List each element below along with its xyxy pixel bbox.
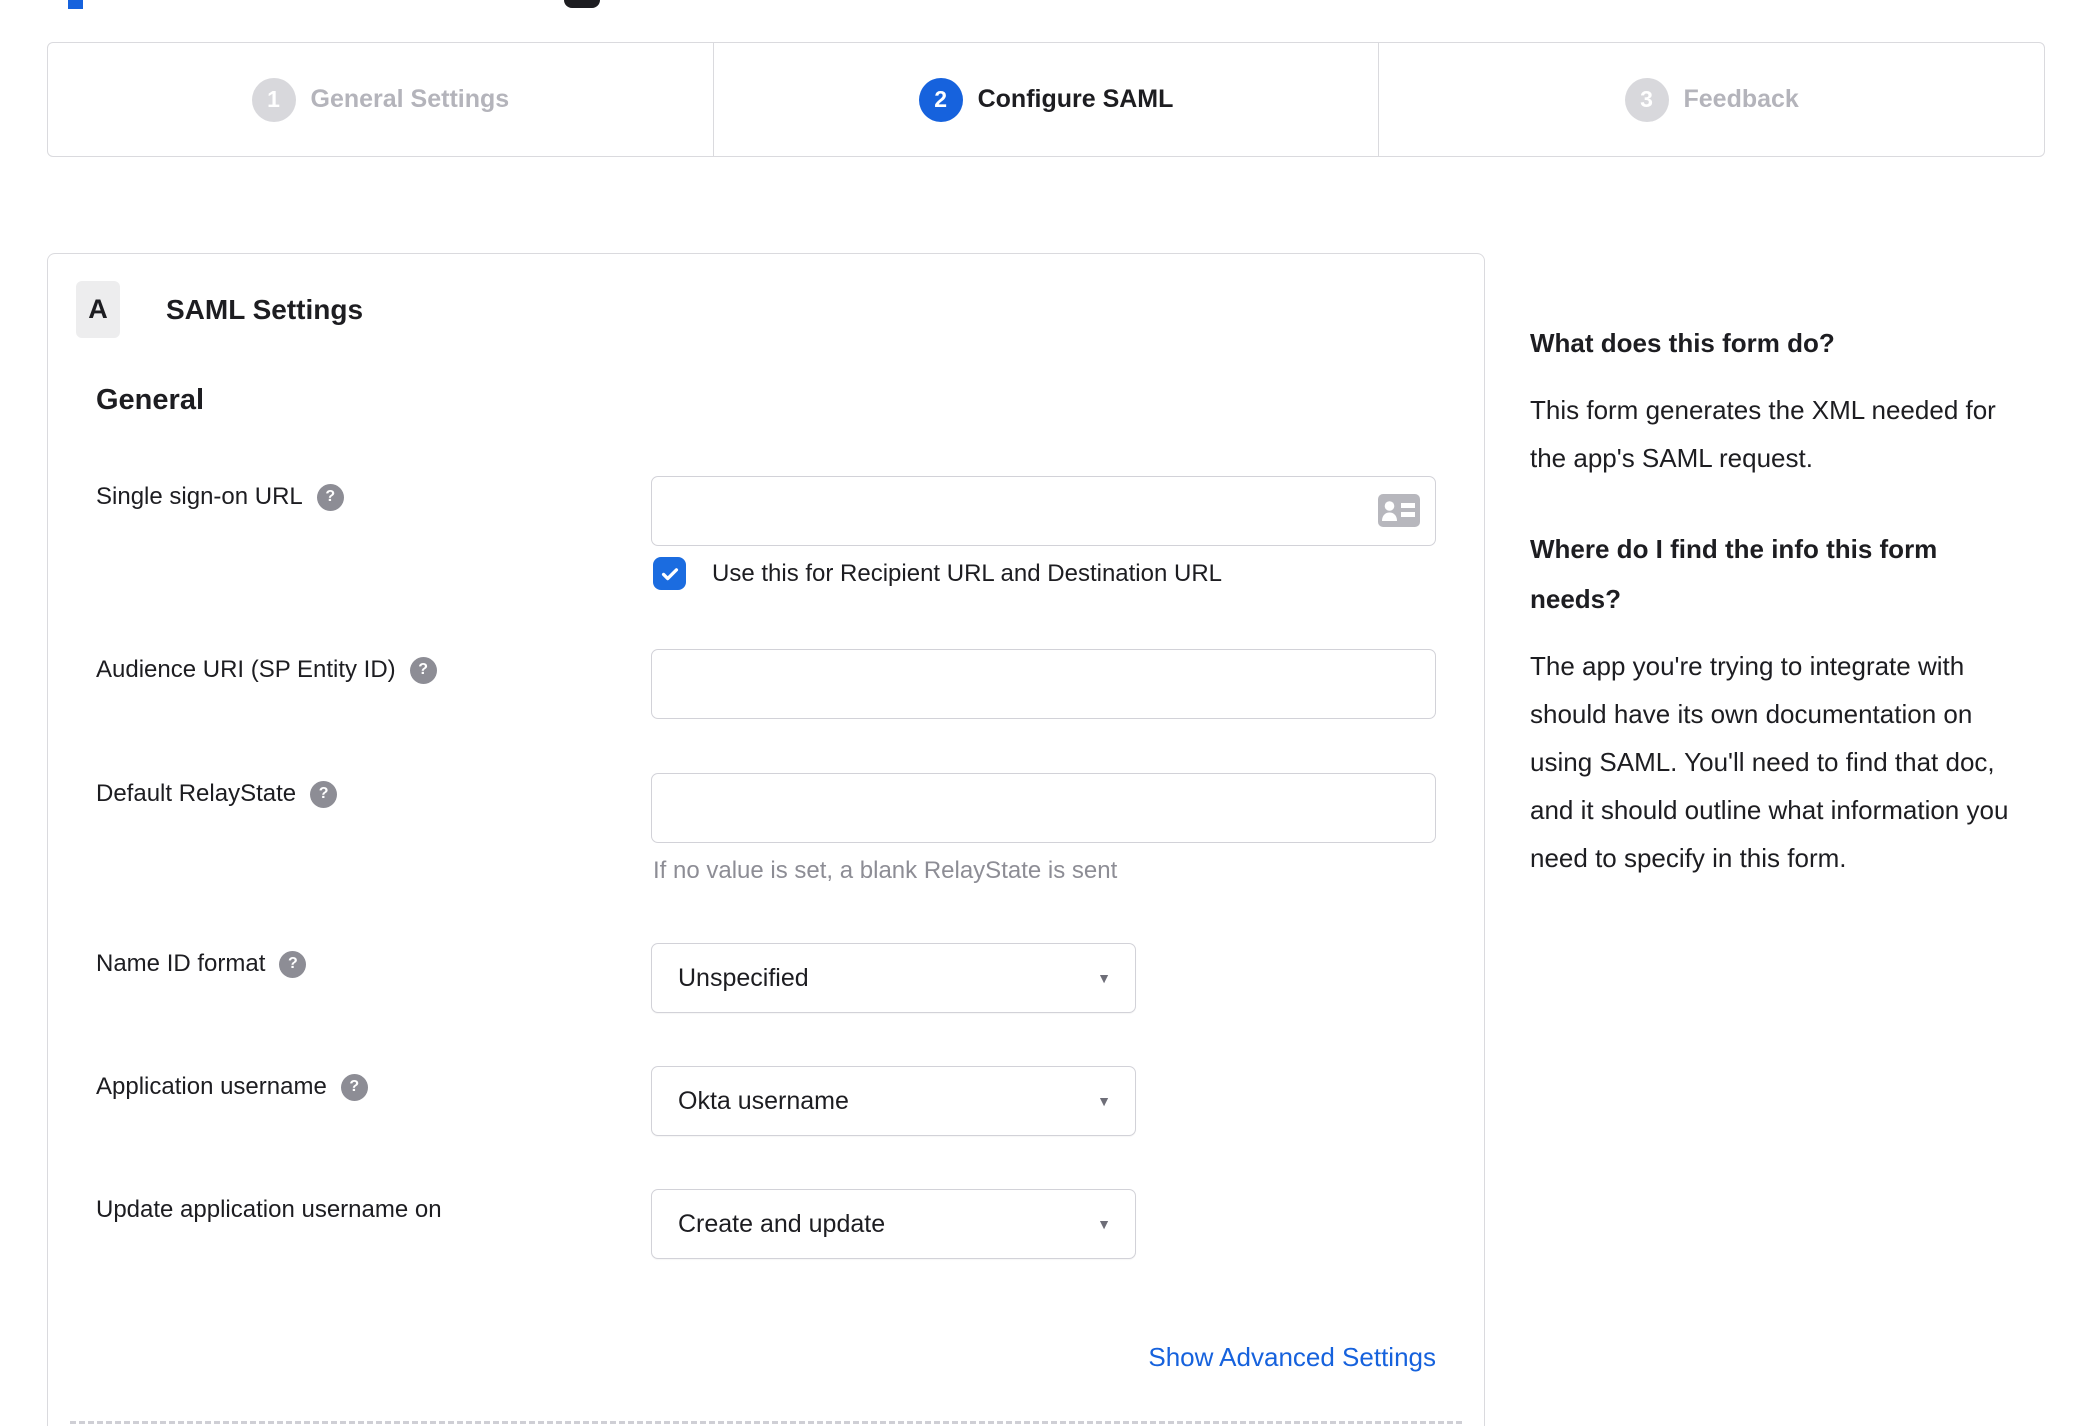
application-username-label: Application username ? xyxy=(96,1073,368,1101)
recipient-url-checkbox[interactable] xyxy=(653,557,686,590)
single-sign-on-url-label: Single sign-on URL ? xyxy=(96,483,344,511)
default-relaystate-label-text: Default RelayState xyxy=(96,780,297,807)
application-username-label-text: Application username xyxy=(96,1073,327,1100)
configure-saml-wizard-screen: 1 General Settings 2 Configure SAML 3 Fe… xyxy=(0,0,2092,1426)
help-question-2-body: The app you're trying to integrate with … xyxy=(1530,651,2009,873)
update-username-on-label: Update application username on xyxy=(96,1196,442,1224)
chevron-down-icon: ▼ xyxy=(1097,1093,1111,1109)
help-question-1-title: What does this form do? xyxy=(1530,328,1835,358)
default-relaystate-label: Default RelayState ? xyxy=(96,780,338,808)
update-username-on-label-text: Update application username on xyxy=(96,1196,442,1223)
step-1-label: General Settings xyxy=(310,85,510,113)
help-panel: What does this form do? This form genera… xyxy=(1530,318,2020,924)
section-dashed-divider xyxy=(70,1421,1462,1424)
step-3-number-badge: 3 xyxy=(1624,77,1669,122)
help-icon[interactable]: ? xyxy=(310,780,338,808)
help-icon[interactable]: ? xyxy=(340,1073,368,1101)
update-username-on-select[interactable]: Create and update ▼ xyxy=(651,1189,1136,1259)
relaystate-hint: If no value is set, a blank RelayState i… xyxy=(653,857,1118,884)
step-3-label: Feedback xyxy=(1683,85,1799,113)
update-username-on-value: Create and update xyxy=(678,1209,886,1238)
help-question-1-body: This form generates the XML needed for t… xyxy=(1530,395,1996,473)
help-icon[interactable]: ? xyxy=(279,950,307,978)
checkmark-icon xyxy=(661,567,678,580)
application-username-value: Okta username xyxy=(678,1086,849,1115)
single-sign-on-url-input[interactable] xyxy=(651,476,1436,546)
clipped-dark-element xyxy=(564,0,600,8)
help-icon[interactable]: ? xyxy=(316,483,344,511)
advanced-settings-link-wrap: Show Advanced Settings xyxy=(651,1342,1436,1373)
section-a-badge: A xyxy=(76,281,120,338)
audience-uri-label-text: Audience URI (SP Entity ID) xyxy=(96,656,396,683)
step-configure-saml[interactable]: 2 Configure SAML xyxy=(712,43,1379,156)
application-username-select[interactable]: Okta username ▼ xyxy=(651,1066,1136,1136)
default-relaystate-input[interactable] xyxy=(651,773,1436,843)
step-feedback[interactable]: 3 Feedback xyxy=(1378,43,2044,156)
saml-settings-card: A SAML Settings General Single sign-on U… xyxy=(47,253,1485,1426)
wizard-stepper: 1 General Settings 2 Configure SAML 3 Fe… xyxy=(47,42,2045,157)
audience-uri-input[interactable] xyxy=(651,649,1436,719)
name-id-format-label: Name ID format ? xyxy=(96,950,307,978)
chevron-down-icon: ▼ xyxy=(1097,1216,1111,1232)
recipient-url-checkbox-row: Use this for Recipient URL and Destinati… xyxy=(653,557,1222,590)
name-id-format-label-text: Name ID format xyxy=(96,950,266,977)
show-advanced-settings-link[interactable]: Show Advanced Settings xyxy=(1148,1342,1436,1372)
single-sign-on-url-label-text: Single sign-on URL xyxy=(96,483,303,510)
step-2-label: Configure SAML xyxy=(977,85,1174,113)
clipped-blue-element xyxy=(68,0,83,9)
general-group-title: General xyxy=(96,384,204,416)
step-general-settings[interactable]: 1 General Settings xyxy=(48,43,713,156)
step-1-number-badge: 1 xyxy=(251,77,296,122)
name-id-format-select[interactable]: Unspecified ▼ xyxy=(651,943,1136,1013)
chevron-down-icon: ▼ xyxy=(1097,970,1111,986)
step-2-number-badge: 2 xyxy=(918,77,963,122)
name-id-format-value: Unspecified xyxy=(678,963,809,992)
help-question-2-title: Where do I find the info this form needs… xyxy=(1530,534,1938,614)
audience-uri-label: Audience URI (SP Entity ID) ? xyxy=(96,656,437,684)
help-icon[interactable]: ? xyxy=(409,656,437,684)
section-title: SAML Settings xyxy=(166,294,364,325)
recipient-url-checkbox-label: Use this for Recipient URL and Destinati… xyxy=(712,559,1223,587)
